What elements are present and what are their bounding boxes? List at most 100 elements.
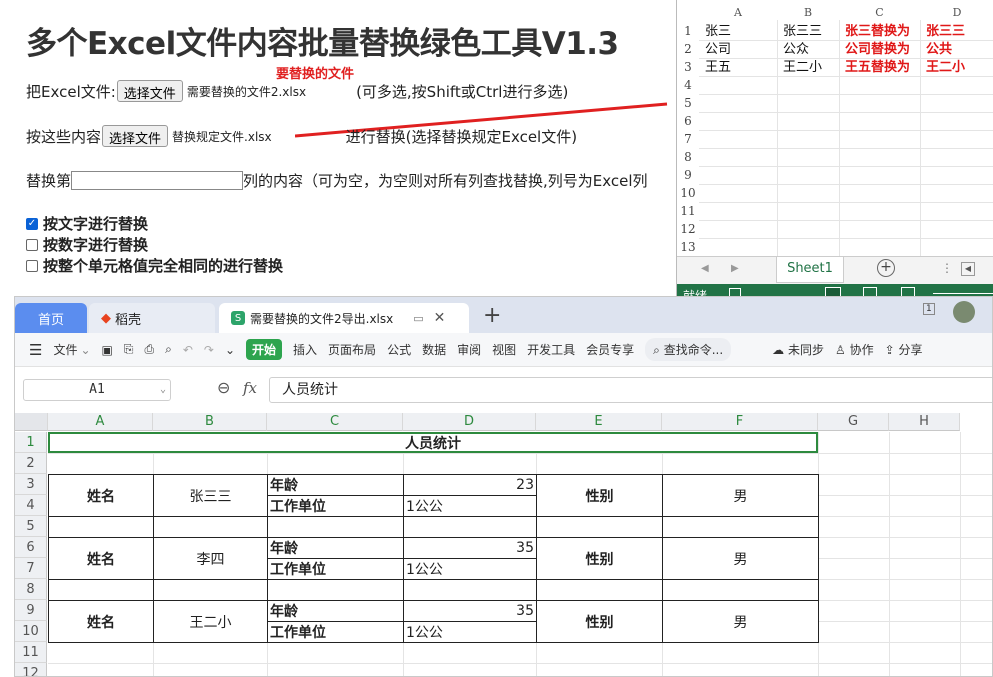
column-header[interactable]: C: [839, 6, 920, 20]
row-header[interactable]: 12: [677, 220, 699, 238]
cell[interactable]: 张三: [705, 23, 731, 41]
tab-start[interactable]: 开始: [246, 339, 283, 360]
checkbox-icon[interactable]: [26, 238, 38, 251]
age-label-cell[interactable]: 年龄: [267, 474, 404, 496]
row-header[interactable]: 11: [677, 202, 699, 220]
tab-docer[interactable]: ◆ 稻壳: [89, 303, 215, 333]
quick-access-dropdown-icon[interactable]: ⌄: [225, 343, 235, 357]
name-value-cell[interactable]: 李四: [153, 537, 268, 580]
column-header[interactable]: A: [699, 6, 777, 20]
column-number-input[interactable]: [71, 171, 244, 190]
row-header[interactable]: 10: [677, 184, 699, 202]
cell[interactable]: 张三替换为: [845, 23, 910, 41]
tab-insert[interactable]: 插入: [293, 341, 317, 358]
row-header[interactable]: 1: [15, 432, 47, 453]
name-box[interactable]: A1 ⌄: [23, 379, 171, 401]
row-header[interactable]: 3: [15, 474, 47, 495]
gender-label-cell[interactable]: 性别: [536, 474, 663, 517]
tab-page-layout[interactable]: 页面布局: [328, 341, 376, 358]
file-menu[interactable]: 文件: [53, 341, 77, 358]
new-tab-icon[interactable]: +: [483, 303, 501, 328]
chevron-down-icon[interactable]: ⌄: [160, 380, 166, 400]
sheet-tab[interactable]: Sheet1: [776, 257, 844, 283]
chevron-down-icon[interactable]: ⌄: [80, 343, 90, 357]
close-tab-icon[interactable]: ✕: [434, 310, 446, 326]
cell[interactable]: [267, 516, 404, 538]
row-header[interactable]: 5: [677, 94, 699, 112]
cell[interactable]: 王五: [705, 59, 731, 77]
row-header[interactable]: 9: [15, 600, 47, 621]
row-header[interactable]: 8: [677, 148, 699, 166]
cell[interactable]: [662, 579, 819, 601]
tab-home[interactable]: 首页: [15, 303, 87, 333]
work-value-cell[interactable]: 1公公: [403, 621, 537, 643]
work-value-cell[interactable]: 1公公: [403, 558, 537, 580]
option-text-replace[interactable]: ✓ 按文字进行替换: [26, 213, 148, 234]
name-value-cell[interactable]: 王二小: [153, 600, 268, 643]
cell[interactable]: [662, 516, 819, 538]
age-label-cell[interactable]: 年龄: [267, 537, 404, 559]
row-header[interactable]: 10: [15, 621, 47, 642]
row-header[interactable]: 13: [677, 238, 699, 256]
add-sheet-icon[interactable]: +: [877, 259, 895, 277]
age-label-cell[interactable]: 年龄: [267, 600, 404, 622]
row-header[interactable]: 5: [15, 516, 47, 537]
cell[interactable]: [267, 579, 404, 601]
cell[interactable]: [403, 516, 537, 538]
cell[interactable]: 张三三: [926, 23, 965, 41]
export-icon[interactable]: ⎘: [124, 342, 134, 357]
age-value-cell[interactable]: 35: [403, 600, 537, 622]
work-label-cell[interactable]: 工作单位: [267, 558, 404, 580]
cell[interactable]: 王五替换为: [845, 59, 910, 77]
cell[interactable]: [153, 516, 268, 538]
tab-formula[interactable]: 公式: [387, 341, 411, 358]
cell[interactable]: 王二小: [783, 59, 822, 77]
name-label-cell[interactable]: 姓名: [48, 474, 154, 517]
row-header[interactable]: 8: [15, 579, 47, 600]
row-header[interactable]: 7: [677, 130, 699, 148]
tab-document[interactable]: S 需要替换的文件2导出.xlsx ▭ ✕: [219, 303, 469, 333]
scroll-left-icon[interactable]: ◀: [961, 262, 975, 276]
formula-input[interactable]: 人员统计: [269, 377, 992, 403]
option-exact-match-replace[interactable]: 按整个单元格值完全相同的进行替换: [26, 255, 283, 276]
row-header[interactable]: 6: [677, 112, 699, 130]
column-header[interactable]: F: [662, 413, 818, 431]
cell[interactable]: [536, 516, 663, 538]
print-preview-icon[interactable]: ⌕: [165, 342, 172, 357]
row-header[interactable]: 6: [15, 537, 47, 558]
option-number-replace[interactable]: 按数字进行替换: [26, 234, 148, 255]
work-label-cell[interactable]: 工作单位: [267, 621, 404, 643]
row-header[interactable]: 7: [15, 558, 47, 579]
save-icon[interactable]: ▣: [102, 343, 113, 357]
avatar[interactable]: [953, 301, 975, 323]
share-button[interactable]: ⇪ 分享: [885, 341, 923, 358]
checkbox-icon[interactable]: [26, 259, 38, 272]
cell[interactable]: 王二小: [926, 59, 965, 77]
column-header[interactable]: D: [403, 413, 536, 431]
age-value-cell[interactable]: 23: [403, 474, 537, 496]
tab-member[interactable]: 会员专享: [586, 341, 634, 358]
work-label-cell[interactable]: 工作单位: [267, 495, 404, 517]
cell[interactable]: 公司: [705, 41, 731, 59]
choose-source-file-button[interactable]: 选择文件: [116, 80, 183, 102]
cell[interactable]: [48, 579, 154, 601]
cell[interactable]: 张三三: [783, 23, 822, 41]
gender-value-cell[interactable]: 男: [662, 474, 819, 517]
column-header[interactable]: G: [818, 413, 889, 431]
zoom-formula-icon[interactable]: ⊖: [217, 378, 230, 397]
zoom-slider[interactable]: [933, 293, 993, 294]
column-header[interactable]: B: [777, 6, 839, 20]
column-header[interactable]: B: [153, 413, 267, 431]
row-header[interactable]: 9: [677, 166, 699, 184]
column-header[interactable]: E: [536, 413, 662, 431]
prev-sheet-icon[interactable]: ◀: [701, 263, 709, 274]
column-header[interactable]: D: [920, 6, 993, 20]
collab-button[interactable]: ♙ 协作: [835, 341, 874, 358]
gender-value-cell[interactable]: 男: [662, 537, 819, 580]
fx-icon[interactable]: fx: [243, 379, 257, 397]
command-search[interactable]: ⌕ 查找命令...: [645, 338, 732, 361]
row-header[interactable]: 12: [15, 663, 47, 676]
hamburger-menu-icon[interactable]: ☰: [29, 341, 42, 359]
row-header[interactable]: 1: [677, 22, 699, 40]
column-header[interactable]: H: [889, 413, 960, 431]
